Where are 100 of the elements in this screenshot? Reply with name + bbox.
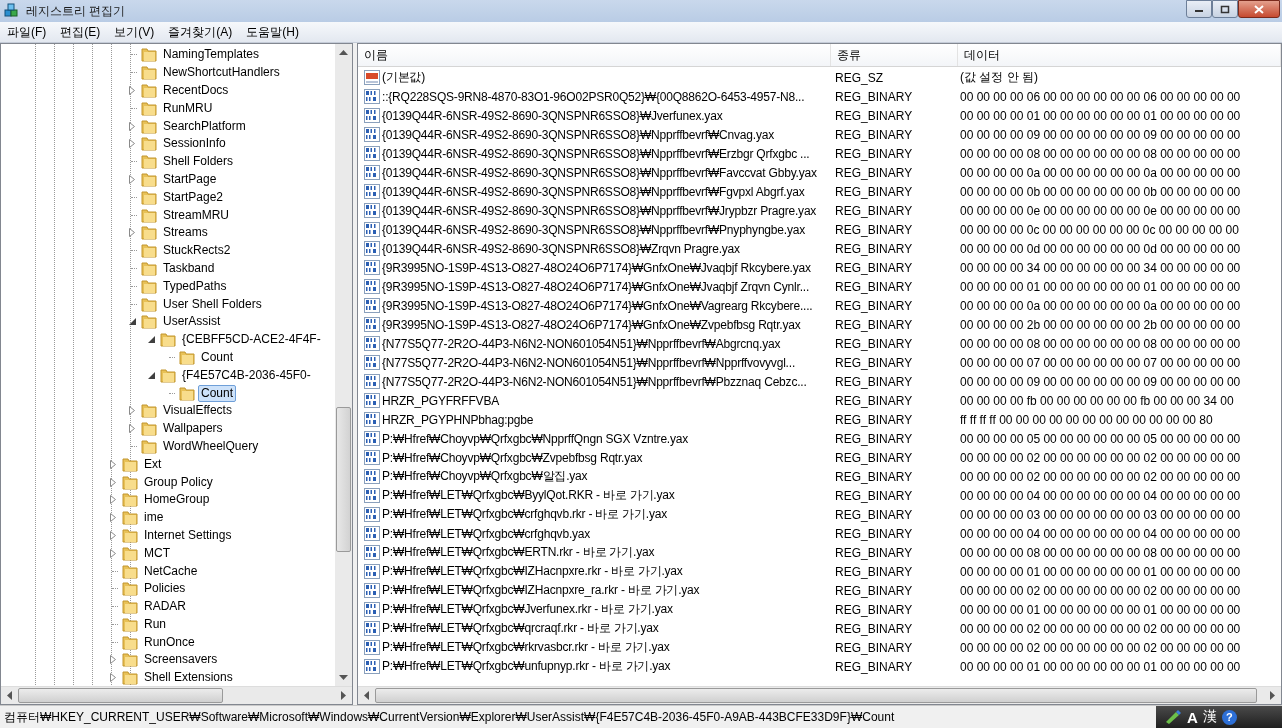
- value-name[interactable]: {9R3995NO-1S9P-4S13-O827-48O24O6P7174}₩GnfxOne₩Jvaqbjf Zrqvn Cynlr...: [382, 279, 810, 294]
- horizontal-scrollbar[interactable]: [358, 686, 1281, 704]
- expand-arrow-icon[interactable]: [129, 139, 135, 149]
- scroll-left-icon[interactable]: [364, 691, 369, 700]
- value-name[interactable]: {9R3995NO-1S9P-4S13-O827-48O24O6P7174}₩GnfxOne₩Vagrearg Rkcybere....: [382, 298, 813, 313]
- value-name[interactable]: {0139Q44R-6NSR-49S2-8690-3QNSPNR6SSO8}₩Npprffbevrf₩Fgvpxl Abgrf.yax: [382, 184, 805, 199]
- tree-item[interactable]: Shell Folders: [160, 153, 237, 171]
- tree-item[interactable]: StartPage2: [160, 188, 227, 206]
- tree-item[interactable]: TypedPaths: [160, 277, 230, 295]
- value-name[interactable]: {0139Q44R-6NSR-49S2-8690-3QNSPNR6SSO8}₩Npprffbevrf₩Jrypbzr Pragre.yax: [382, 203, 817, 218]
- tree-item[interactable]: {F4E57C4B-2036-45F0-: [179, 366, 314, 384]
- tree-item[interactable]: NewShortcutHandlers: [160, 64, 283, 82]
- expand-arrow-icon[interactable]: [129, 174, 135, 184]
- value-name[interactable]: (기본값): [382, 69, 425, 86]
- value-name[interactable]: P:₩Hfref₩LET₩Qrfxgbc₩IZHacnpxre.rkr - 바로 가기.yax: [382, 563, 683, 580]
- tree-item[interactable]: UserAssist: [160, 313, 224, 331]
- value-name[interactable]: {9R3995NO-1S9P-4S13-O827-48O24O6P7174}₩GnfxOne₩Jvaqbjf Rkcybere.yax: [382, 260, 811, 275]
- tree-item[interactable]: RADAR: [141, 598, 189, 616]
- tree-item[interactable]: StartPage: [160, 170, 220, 188]
- tree-item[interactable]: Wallpapers: [160, 420, 226, 438]
- tree-item[interactable]: User Shell Folders: [160, 295, 265, 313]
- value-name[interactable]: P:₩Hfref₩Choyvp₩Qrfxgbc₩Zvpebfbsg Rqtr.yax: [382, 450, 643, 465]
- scroll-right-icon[interactable]: [1270, 691, 1275, 700]
- value-name[interactable]: {0139Q44R-6NSR-49S2-8690-3QNSPNR6SSO8}₩Npprffbevrf₩Erzbgr Qrfxgbc ...: [382, 146, 810, 161]
- value-name[interactable]: {0139Q44R-6NSR-49S2-8690-3QNSPNR6SSO8}₩Zrqvn Pragre.yax: [382, 241, 740, 256]
- menu-item[interactable]: 도움말(H): [239, 23, 306, 41]
- column-header[interactable]: 종류: [831, 44, 958, 66]
- tree-item[interactable]: RunMRU: [160, 99, 216, 117]
- tree-item[interactable]: Shell Extensions: [141, 669, 236, 686]
- tree-item[interactable]: Taskband: [160, 259, 218, 277]
- value-name[interactable]: ::{RQ228SQS-9RN8-4870-83O1-96O02PSR0Q52}₩{00Q8862O-6453-4957-N8...: [382, 89, 805, 104]
- tree-item[interactable]: Group Policy: [141, 473, 216, 491]
- tree-item[interactable]: StuckRects2: [160, 242, 234, 260]
- tree-item[interactable]: RecentDocs: [160, 82, 232, 99]
- expand-arrow-icon[interactable]: [110, 477, 116, 487]
- tree-item[interactable]: Count: [198, 348, 237, 366]
- pen-icon[interactable]: [1164, 710, 1182, 724]
- value-name[interactable]: HRZR_PGYPHNPbhag:pgbe: [382, 412, 534, 427]
- value-name[interactable]: P:₩Hfref₩LET₩Qrfxgbc₩IZHacnpxre_ra.rkr - 바로 가기.yax: [382, 582, 700, 599]
- value-name[interactable]: P:₩Hfref₩Choyvp₩Qrfxgbc₩NpprffQngn SGX Vzntre.yax: [382, 431, 689, 446]
- value-name[interactable]: P:₩Hfref₩LET₩Qrfxgbc₩rkrvasbcr.rkr - 바로 가기.yax: [382, 639, 670, 656]
- help-button[interactable]: ?: [1221, 709, 1237, 725]
- expand-arrow-icon[interactable]: [110, 655, 116, 665]
- value-name[interactable]: P:₩Hfref₩LET₩Qrfxgbc₩ByylQot.RKR - 바로 가기.yax: [382, 487, 675, 504]
- value-name[interactable]: P:₩Hfref₩Choyvp₩Qrfxgbc₩알집.yax: [382, 468, 588, 485]
- tree-item[interactable]: VisualEffects: [160, 402, 235, 420]
- tree-item[interactable]: Streams: [160, 224, 211, 242]
- value-name[interactable]: {0139Q44R-6NSR-49S2-8690-3QNSPNR6SSO8}₩Jverfunex.yax: [382, 108, 723, 123]
- collapse-arrow-icon[interactable]: [147, 371, 155, 379]
- expand-arrow-icon[interactable]: [110, 459, 116, 469]
- value-name[interactable]: {N77S5Q77-2R2O-44P3-N6N2-NON601054N51}₩Npprffbevrf₩Abgrcnq.yax: [382, 336, 781, 351]
- column-header[interactable]: 데이터: [958, 44, 1281, 66]
- tree-item[interactable]: HomeGroup: [141, 491, 213, 509]
- tree-item[interactable]: Policies: [141, 580, 189, 598]
- value-name[interactable]: P:₩Hfref₩LET₩Qrfxgbc₩ERTN.rkr - 바로 가기.yax: [382, 544, 655, 561]
- tree-item[interactable]: Ext: [141, 455, 165, 473]
- value-name[interactable]: P:₩Hfref₩LET₩Qrfxgbc₩Jverfunex.rkr - 바로 가기.yax: [382, 601, 673, 618]
- expand-arrow-icon[interactable]: [129, 121, 135, 131]
- expand-arrow-icon[interactable]: [110, 673, 116, 683]
- close-button[interactable]: [1238, 0, 1280, 18]
- value-name[interactable]: P:₩Hfref₩LET₩Qrfxgbc₩crfghqvb.yax: [382, 526, 591, 541]
- expand-arrow-icon[interactable]: [110, 530, 116, 540]
- tree-item[interactable]: WordWheelQuery: [160, 437, 262, 455]
- maximize-button[interactable]: [1212, 0, 1238, 18]
- tree-item[interactable]: Screensavers: [141, 651, 221, 669]
- value-name[interactable]: P:₩Hfref₩LET₩Qrfxgbc₩crfghqvb.rkr - 바로 가기.yax: [382, 506, 668, 523]
- value-name[interactable]: HRZR_PGYFRFFVBA: [382, 393, 499, 408]
- menu-item[interactable]: 파일(F): [0, 23, 54, 41]
- scroll-right-icon[interactable]: [341, 691, 346, 700]
- hanja-button[interactable]: 漢: [1202, 708, 1217, 726]
- expand-arrow-icon[interactable]: [110, 548, 116, 558]
- tree-item[interactable]: Run: [141, 615, 169, 633]
- horizontal-scrollbar[interactable]: [1, 686, 352, 704]
- expand-arrow-icon[interactable]: [110, 513, 116, 523]
- value-name[interactable]: {0139Q44R-6NSR-49S2-8690-3QNSPNR6SSO8}₩Npprffbevrf₩Cnvag.yax: [382, 127, 774, 142]
- value-name[interactable]: P:₩Hfref₩LET₩Qrfxgbc₩unfupnyp.rkr - 바로 가기.yax: [382, 658, 671, 675]
- scrollbar-thumb[interactable]: [18, 688, 223, 703]
- expand-arrow-icon[interactable]: [110, 495, 116, 505]
- scroll-left-icon[interactable]: [7, 691, 12, 700]
- tree-item[interactable]: Count: [198, 384, 237, 402]
- tree-item[interactable]: ime: [141, 509, 167, 527]
- column-header[interactable]: 이름: [358, 44, 831, 66]
- value-name[interactable]: {0139Q44R-6NSR-49S2-8690-3QNSPNR6SSO8}₩Npprffbevrf₩Favccvat Gbby.yax: [382, 165, 817, 180]
- value-name[interactable]: {0139Q44R-6NSR-49S2-8690-3QNSPNR6SSO8}₩Npprffbevrf₩Pnyphyngbe.yax: [382, 222, 805, 237]
- collapse-arrow-icon[interactable]: [147, 336, 155, 344]
- scroll-up-icon[interactable]: [339, 50, 348, 55]
- input-mode[interactable]: A: [1187, 708, 1198, 726]
- tree-item[interactable]: StreamMRU: [160, 206, 232, 224]
- tree-item[interactable]: SearchPlatform: [160, 117, 249, 135]
- tree-item[interactable]: NetCache: [141, 562, 201, 580]
- vertical-scrollbar[interactable]: [335, 44, 352, 686]
- tree-item[interactable]: {CEBFF5CD-ACE2-4F4F-: [179, 331, 324, 349]
- tree-item[interactable]: RunOnce: [141, 633, 198, 651]
- minimize-button[interactable]: [1186, 0, 1212, 18]
- scroll-down-icon[interactable]: [339, 675, 348, 680]
- tree-item[interactable]: NamingTemplates: [160, 46, 263, 64]
- tree-item[interactable]: SessionInfo: [160, 135, 229, 153]
- value-name[interactable]: {9R3995NO-1S9P-4S13-O827-48O24O6P7174}₩GnfxOne₩Zvpebfbsg Rqtr.yax: [382, 317, 801, 332]
- expand-arrow-icon[interactable]: [129, 228, 135, 238]
- value-name[interactable]: {N77S5Q77-2R2O-44P3-N6N2-NON601054N51}₩Npprffbevrf₩Npprffvovyvgl...: [382, 355, 796, 370]
